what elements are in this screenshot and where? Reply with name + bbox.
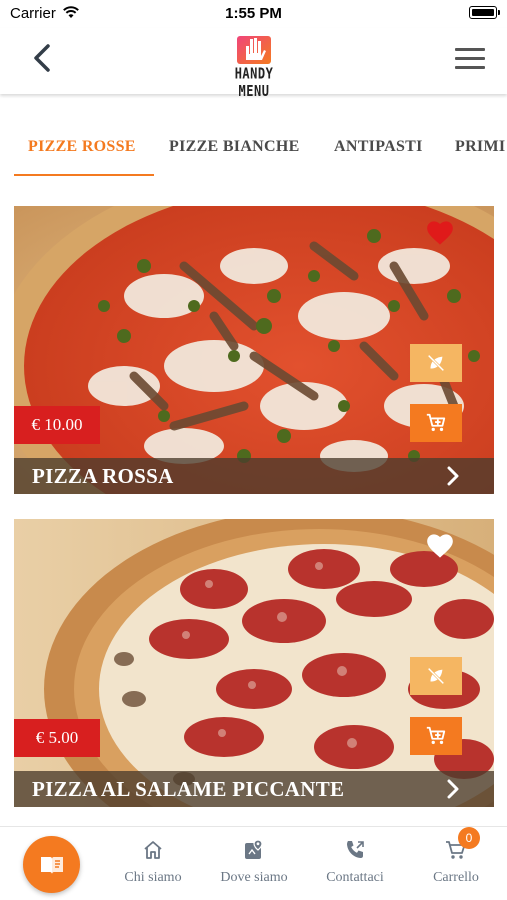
logo-hand-icon <box>237 36 271 64</box>
home-icon <box>144 841 162 859</box>
nav-chi-siamo[interactable]: Chi siamo <box>103 839 203 899</box>
product-title-bar[interactable]: PIZZA ROSSA <box>14 458 494 494</box>
tab-pizze-bianche[interactable]: PIZZE BIANCHE <box>169 138 300 156</box>
product-name: PIZZA ROSSA <box>32 464 174 488</box>
menu-line <box>455 48 485 51</box>
product-title-bar[interactable]: PIZZA AL SALAME PICCANTE <box>14 771 494 807</box>
product-card[interactable]: € 5.00 PIZZA AL SALAME PICCANTE <box>14 519 494 807</box>
add-cart-icon <box>426 726 446 745</box>
open-book-icon <box>40 856 63 874</box>
favorite-heart-icon[interactable] <box>426 220 454 246</box>
menu-book-button[interactable] <box>23 836 80 893</box>
add-to-cart-button[interactable] <box>410 717 462 755</box>
battery-icon <box>469 6 500 19</box>
back-button[interactable] <box>28 40 58 76</box>
app-header: HANDY MENU <box>0 28 507 100</box>
bottom-navigation: Chi siamo Dove siamo Contattaci Carrello… <box>0 826 507 900</box>
nav-label: Dove siamo <box>220 870 288 885</box>
menu-line <box>455 66 485 69</box>
price-tag: € 10.00 <box>14 406 100 444</box>
status-time: 1:55 PM <box>225 5 282 22</box>
not-vegetarian-badge[interactable] <box>410 657 462 695</box>
nav-label: Carrello <box>433 870 479 885</box>
nav-carrello[interactable]: Carrello <box>406 839 506 899</box>
favorite-heart-icon[interactable] <box>426 533 454 559</box>
product-card[interactable]: € 10.00 PIZZA ROSSA <box>14 206 494 494</box>
status-bar: Carrier 1:55 PM <box>0 0 507 28</box>
phone-icon <box>347 841 364 858</box>
tab-pizze-rosse[interactable]: PIZZE ROSSE <box>28 138 136 156</box>
nav-contattaci[interactable]: Contattaci <box>305 839 405 899</box>
nav-label: Chi siamo <box>124 870 182 885</box>
logo: HANDY MENU <box>218 28 290 100</box>
nav-label: Contattaci <box>326 870 384 885</box>
chevron-right-icon <box>447 466 459 486</box>
category-tabs: PIZZE ROSSE PIZZE BIANCHE ANTIPASTI PRIM… <box>0 94 507 180</box>
logo-text: HANDY MENU <box>234 64 274 100</box>
price-tag: € 5.00 <box>14 719 100 757</box>
tab-primi[interactable]: PRIMI <box>455 138 505 156</box>
nav-dove-siamo[interactable]: Dove siamo <box>204 839 304 899</box>
chevron-right-icon <box>447 779 459 799</box>
cart-count-badge: 0 <box>458 827 480 849</box>
menu-line <box>455 57 485 60</box>
hamburger-menu-icon[interactable] <box>455 48 485 70</box>
add-to-cart-button[interactable] <box>410 404 462 442</box>
no-leaf-icon <box>427 354 445 372</box>
product-name: PIZZA AL SALAME PICCANTE <box>32 777 345 801</box>
map-pin-icon <box>245 839 263 859</box>
active-tab-indicator <box>14 174 154 176</box>
tab-antipasti[interactable]: ANTIPASTI <box>334 138 423 156</box>
add-cart-icon <box>426 413 446 432</box>
not-vegetarian-badge[interactable] <box>410 344 462 382</box>
no-leaf-icon <box>427 667 445 685</box>
